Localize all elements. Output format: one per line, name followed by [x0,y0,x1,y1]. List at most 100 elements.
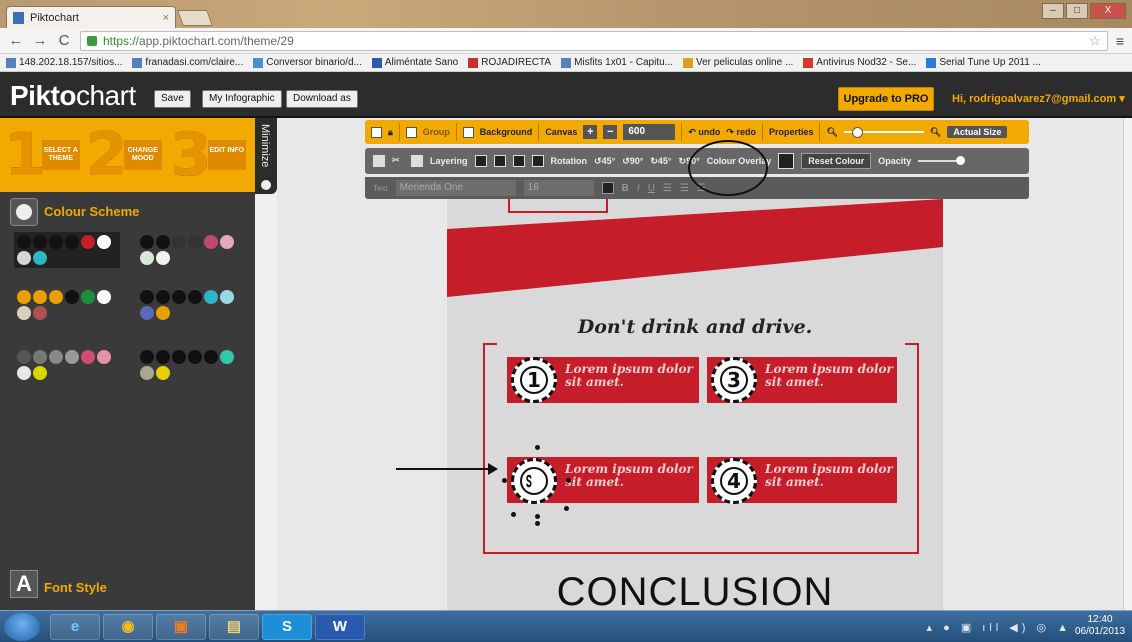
font-select[interactable]: Merienda One [395,180,516,196]
number-badge-1[interactable]: 1 [511,357,557,403]
system-tray[interactable]: ▴ ● ▣ ıll ◀) ◎ ▲ [927,621,1072,634]
palette-option[interactable] [140,235,246,265]
reset-colour-button[interactable]: Reset Colour [801,153,872,169]
card-text[interactable]: Lorem ipsum dolor sit amet. [565,363,695,389]
clock[interactable]: 12:40 06/01/2013 [1074,614,1126,638]
bookmark-item[interactable]: Ver peliculas online ... [683,57,793,68]
tab-close-icon[interactable]: × [163,12,169,24]
bookmark-item[interactable]: Aliméntate Sano [371,57,458,68]
align-center-icon[interactable]: ☰ [680,183,689,194]
minimize-window-button[interactable]: – [1042,3,1064,19]
rotate-ccw-45-button[interactable]: ↺45° [594,156,615,167]
card-text[interactable]: Lorem ipsum dolor sit amet. [765,463,895,489]
bookmark-item[interactable]: Serial Tune Up 2011 ... [926,57,1041,68]
browser-menu-icon[interactable]: ≡ [1116,33,1124,49]
selection-handle[interactable] [502,478,507,483]
bring-forward-icon[interactable] [493,155,506,167]
step-select-theme[interactable]: 1 SELECT A THEME [4,125,80,185]
palette-option[interactable] [17,290,123,320]
skype-icon[interactable]: S [262,614,312,640]
forward-arrow-icon[interactable]: → [32,32,48,49]
conclusion-heading[interactable]: CONCLUSION [447,570,943,615]
send-to-back-icon[interactable] [531,155,544,167]
opacity-slider[interactable] [918,156,966,165]
new-tab-button[interactable] [177,10,213,26]
background-checkbox[interactable] [462,126,474,138]
send-backward-icon[interactable] [512,155,525,167]
cut-icon[interactable]: ✂ [392,155,404,167]
background-label[interactable]: Background [480,127,533,137]
bookmark-item[interactable]: franadasi.com/claire... [132,57,243,68]
number-badge-2-rotated[interactable]: ᔥ [511,458,557,504]
minimize-panel-button[interactable]: Minimize [255,118,277,194]
download-as-button[interactable]: Download as [286,90,358,108]
lock-icon[interactable]: 🔒︎ [388,127,393,138]
canvas-plus-button[interactable]: + [583,125,598,139]
selection-handle[interactable] [566,478,571,483]
back-arrow-icon[interactable]: ← [8,32,24,49]
bold-button[interactable]: B [622,183,629,194]
number-badge-4[interactable]: 4 [711,458,757,504]
palette-option[interactable] [17,350,123,380]
vertical-scrollbar[interactable] [1123,118,1132,610]
underline-button[interactable]: U [648,183,655,194]
word-icon[interactable]: W [315,614,365,640]
media-player-icon[interactable]: ▣ [156,614,206,640]
red-banner-shape[interactable] [447,199,943,299]
save-button[interactable]: Save [154,90,191,108]
canvas-size-select[interactable]: 600 [623,124,676,140]
bookmark-item[interactable]: ROJADIRECTA [468,57,551,68]
bookmark-item[interactable]: Misfits 1x01 - Capitu... [561,57,673,68]
rotate-ccw-90-button[interactable]: ↺90° [622,156,643,167]
palette-option[interactable] [140,350,246,380]
font-size-select[interactable]: 16 [523,180,594,196]
piktochart-logo[interactable]: Piktochart [10,80,136,112]
actual-size-button[interactable]: Actual Size [947,126,1008,138]
selection-handle[interactable] [535,521,540,526]
reload-icon[interactable]: C [56,32,72,49]
file-explorer-icon[interactable]: ▤ [209,614,259,640]
card-text[interactable]: Lorem ipsum dolor sit amet. [765,363,895,389]
bookmark-item[interactable]: Antivirus Nod32 - Se... [803,57,916,68]
card-text[interactable]: Lorem ipsum dolor sit amet. [565,463,695,489]
internet-explorer-icon[interactable]: e [50,614,100,640]
rotate-cw-45-button[interactable]: ↻45° [650,156,671,167]
zoom-out-icon[interactable]: 🔍︎ [826,127,837,138]
bring-to-front-icon[interactable] [474,155,487,167]
paste-icon[interactable] [411,155,423,167]
close-window-button[interactable]: X [1090,3,1126,19]
start-button[interactable] [4,613,40,641]
number-badge-3[interactable]: 3 [711,357,757,403]
canvas-minus-button[interactable]: − [603,125,618,139]
colour-overlay-swatch[interactable] [778,153,795,169]
zoom-slider[interactable] [843,127,924,138]
align-left-icon[interactable]: ☰ [663,183,672,194]
browser-tab[interactable]: Piktochart × [6,6,176,28]
my-infographic-button[interactable]: My Infographic [202,90,282,108]
step-change-mood[interactable]: 2 CHANGE MOOD [86,125,162,185]
font-style-title[interactable]: Font Style [44,580,107,595]
group-label[interactable]: Group [423,127,450,137]
user-menu[interactable]: Hi, rodrigoalvarez7@gmail.com ▾ [952,92,1125,105]
selection-handle[interactable] [535,445,540,450]
redo-button[interactable]: ↷ redo [726,127,756,138]
address-bar[interactable]: https://app.piktochart.com/theme/29 ☆ [80,30,1108,51]
bookmark-item[interactable]: 148.202.18.157/sitios... [6,57,122,68]
bookmark-item[interactable]: Conversor binario/d... [253,57,362,68]
properties-button[interactable]: Properties [769,127,814,137]
text-color-swatch[interactable] [601,182,614,194]
zoom-in-icon[interactable]: 🔍︎ [930,127,941,138]
upgrade-to-pro-button[interactable]: Upgrade to PRO [838,87,934,111]
bookmark-star-icon[interactable]: ☆ [1089,33,1101,49]
rotate-handle[interactable] [564,506,569,511]
select-checkbox[interactable] [371,126,382,138]
headline-text[interactable]: Don't drink and drive. [447,316,943,338]
step-edit-info[interactable]: 3 EDIT INFO [170,125,246,185]
undo-button[interactable]: ↶ undo [688,127,720,138]
palette-option[interactable] [140,290,246,320]
selection-handle[interactable] [511,512,516,517]
chrome-icon[interactable]: ◉ [103,614,153,640]
copy-icon[interactable] [373,155,385,167]
selection-handle[interactable] [535,514,540,519]
group-checkbox[interactable] [405,126,417,138]
